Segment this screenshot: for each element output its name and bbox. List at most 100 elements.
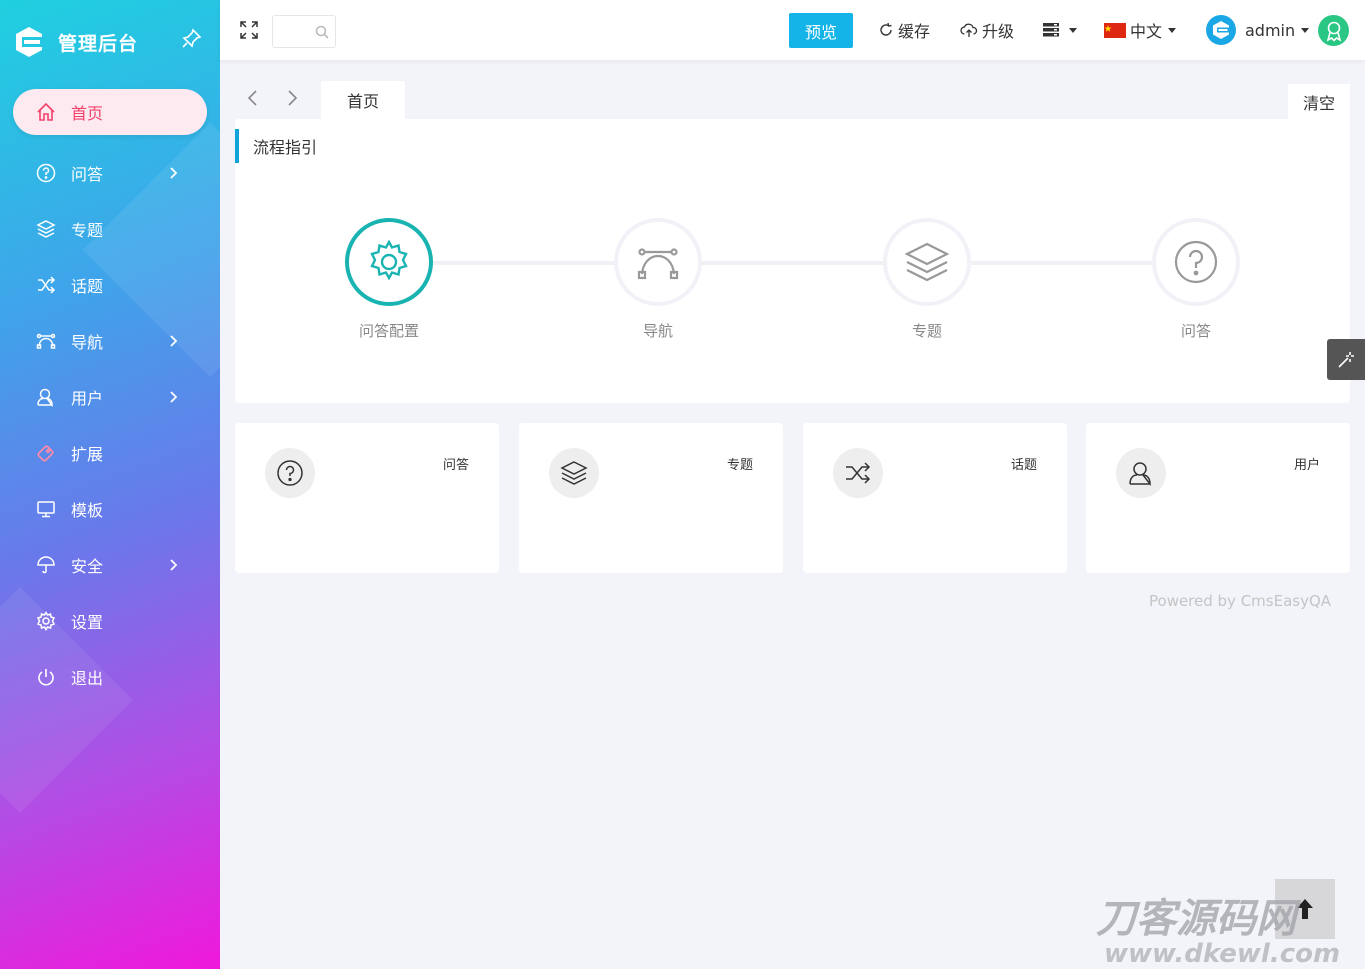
sidebar: 管理后台 首页 问答 专题 话题 导航 用户 扩展 模板 安全 设置 退出 — [0, 0, 220, 969]
search-input[interactable] — [277, 16, 315, 47]
sidebar-item-label: 扩展 — [71, 445, 104, 464]
sidebar-item-security[interactable]: 安全 — [0, 537, 220, 593]
sidebar-item-subjects[interactable]: 话题 — [0, 257, 220, 313]
sidebar-item-label: 话题 — [71, 277, 104, 296]
sidebar-item-qa[interactable]: 问答 — [0, 145, 220, 201]
sidebar-item-label: 导航 — [71, 333, 104, 352]
chevron-right-icon — [170, 391, 178, 403]
sidebar-item-label: 设置 — [71, 613, 104, 632]
user-icon — [1116, 448, 1166, 498]
shuffle-icon — [35, 274, 57, 296]
step-circle — [883, 218, 971, 306]
fullscreen-icon[interactable] — [239, 20, 259, 40]
flow-connector-line — [385, 261, 1195, 265]
step-label: 问答配置 — [358, 322, 419, 340]
china-flag-icon — [1104, 22, 1126, 38]
caret-down-icon — [1168, 27, 1177, 33]
svg-text:www.dkewl.com: www.dkewl.com — [1104, 939, 1340, 968]
sidebar-item-templates[interactable]: 模板 — [0, 481, 220, 537]
stat-card-users[interactable]: 用户 — [1086, 423, 1350, 573]
tab-next-icon[interactable] — [283, 88, 301, 108]
bezier-icon — [637, 248, 679, 280]
brand-title: 管理后台 — [58, 32, 139, 55]
sidebar-item-topics[interactable]: 专题 — [0, 201, 220, 257]
stat-label: 话题 — [1010, 458, 1037, 473]
language-select[interactable]: 中文 — [1104, 19, 1177, 41]
step-label: 专题 — [911, 322, 942, 340]
layers-icon — [549, 448, 599, 498]
sidebar-item-label: 模板 — [71, 501, 104, 520]
sidebar-item-extensions[interactable]: 扩展 — [0, 425, 220, 481]
stat-label: 问答 — [442, 458, 469, 473]
monitor-icon — [35, 498, 57, 520]
sidebar-item-navigation[interactable]: 导航 — [0, 313, 220, 369]
question-circle-icon — [1174, 240, 1218, 284]
stat-card-subjects[interactable]: 话题 — [803, 423, 1067, 573]
step-label: 导航 — [642, 322, 673, 340]
layers-icon — [35, 218, 57, 240]
language-label: 中文 — [1130, 22, 1163, 41]
sidebar-item-label: 退出 — [71, 669, 104, 688]
umbrella-icon — [35, 554, 57, 576]
caret-down-icon — [1069, 27, 1077, 33]
gear-icon — [370, 239, 408, 281]
sidebar-item-label: 问答 — [71, 165, 104, 184]
sidebar-item-label: 专题 — [71, 221, 104, 240]
refresh-icon — [880, 22, 892, 36]
sidebar-item-label: 首页 — [71, 104, 104, 123]
tab-prev-icon[interactable] — [244, 88, 262, 108]
bezier-icon — [35, 330, 57, 352]
chevron-right-icon — [170, 559, 178, 571]
sidebar-item-settings[interactable]: 设置 — [0, 593, 220, 649]
magic-wand-icon — [1338, 351, 1354, 368]
watermark: 刀客源码网 www.dkewl.com — [1096, 896, 1340, 968]
brand[interactable]: 管理后台 — [14, 22, 138, 62]
cache-button[interactable]: 缓存 — [878, 19, 930, 41]
stat-label: 专题 — [726, 458, 753, 473]
upgrade-label: 升级 — [982, 22, 1015, 41]
step-circle — [345, 218, 433, 306]
search-icon[interactable] — [315, 25, 329, 39]
power-icon — [35, 666, 57, 688]
award-icon[interactable] — [1318, 15, 1349, 46]
flow-step-qa[interactable]: 问答 — [1151, 218, 1241, 341]
step-circle — [1152, 218, 1240, 306]
sidebar-item-label: 用户 — [71, 389, 104, 408]
shuffle-icon — [833, 448, 883, 498]
tab-home[interactable]: 首页 — [321, 81, 405, 119]
search-box — [272, 15, 336, 48]
server-menu[interactable] — [1043, 19, 1077, 41]
flow-step-topics[interactable]: 专题 — [882, 218, 972, 341]
gear-icon — [35, 610, 57, 632]
stat-card-qa[interactable]: 问答 — [235, 423, 499, 573]
flow-guide-card: 流程指引 问答配置 导航 专题 问答 — [235, 119, 1350, 403]
top-header: 预览 缓存 升级 中文 admin — [220, 0, 1365, 60]
svg-text:刀客源码网: 刀客源码网 — [1096, 896, 1302, 942]
user-menu[interactable]: admin — [1206, 15, 1310, 45]
avatar — [1206, 15, 1236, 45]
sidebar-item-logout[interactable]: 退出 — [0, 649, 220, 705]
theme-tool-button[interactable] — [1327, 339, 1365, 380]
chevron-right-icon — [170, 335, 178, 347]
question-circle-icon — [35, 162, 57, 184]
cache-label: 缓存 — [898, 22, 931, 41]
flow-step-qa-config[interactable]: 问答配置 — [344, 218, 434, 341]
user-icon — [35, 386, 57, 408]
pin-icon[interactable] — [182, 28, 202, 48]
sidebar-item-label: 安全 — [71, 557, 104, 576]
layers-icon — [904, 242, 950, 282]
cmseasy-logo-icon — [16, 27, 42, 57]
flow-step-navigation[interactable]: 导航 — [613, 218, 703, 341]
sidebar-item-home[interactable]: 首页 — [13, 89, 207, 135]
home-icon — [35, 101, 57, 123]
sidebar-menu: 首页 问答 专题 话题 导航 用户 扩展 模板 安全 设置 退出 — [0, 84, 220, 705]
server-icon — [1043, 23, 1059, 37]
clear-tabs-button[interactable]: 清空 — [1288, 84, 1350, 120]
sidebar-item-users[interactable]: 用户 — [0, 369, 220, 425]
flow-guide-title: 流程指引 — [235, 129, 317, 163]
stat-card-topics[interactable]: 专题 — [519, 423, 783, 573]
preview-button[interactable]: 预览 — [789, 13, 853, 48]
step-circle — [614, 218, 702, 306]
chevron-right-icon — [170, 167, 178, 179]
upgrade-button[interactable]: 升级 — [960, 19, 1014, 41]
